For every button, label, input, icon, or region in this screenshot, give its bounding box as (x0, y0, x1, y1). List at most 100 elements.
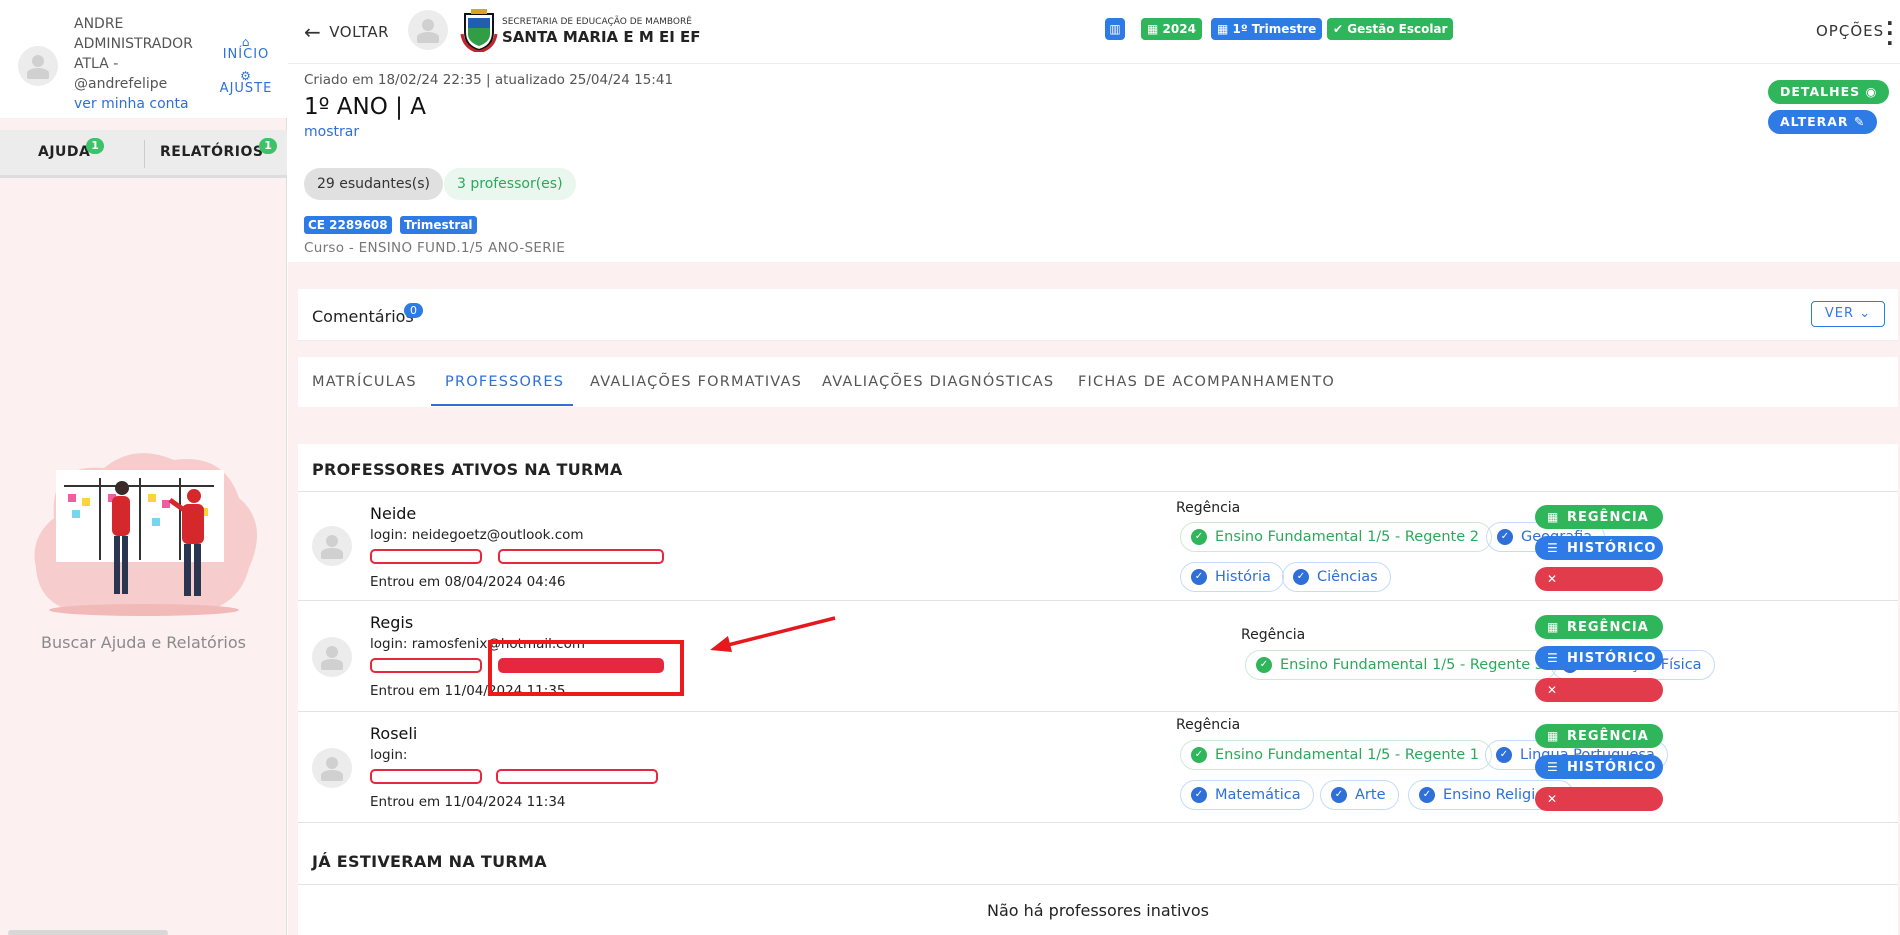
coat-of-arms-icon (460, 9, 498, 52)
course-info: Curso - ENSINO FUND.1/5 ANO-SERIE (304, 240, 566, 256)
module-pill[interactable]: ✔ Gestão Escolar (1327, 18, 1454, 40)
bar-chart-icon: ▥ (1109, 22, 1121, 36)
arrow-left-icon: ← (304, 20, 322, 44)
comments-count-badge: 0 (404, 303, 423, 318)
regencia-button[interactable]: ▦ REGÊNCIA (1535, 505, 1663, 529)
relatorios-count-badge: 1 (259, 138, 278, 154)
tab-avaliacoes-diagnosticas[interactable]: AVALIAÇÕES DIAGNÓSTICAS (822, 374, 1054, 390)
active-tab-indicator (431, 404, 573, 406)
teachers-count-chip[interactable]: 3 professor(es) (444, 168, 576, 200)
check-icon: ✓ (1497, 529, 1513, 545)
redacted-field (370, 549, 482, 564)
subject-chip[interactable]: ✓ Ciências (1282, 562, 1391, 592)
year-pill[interactable]: ▦ 2024 (1141, 18, 1202, 40)
redacted-field (370, 769, 482, 784)
tab-ajuda[interactable]: AJUDA 1 (38, 138, 105, 160)
details-button[interactable]: DETALHES ◉ (1768, 80, 1890, 104)
redacted-field (370, 658, 482, 673)
primary-subject-chip[interactable]: ✓ Ensino Fundamental 1/5 - Regente 3 (1245, 650, 1557, 680)
list-icon: ☰ (1547, 760, 1559, 774)
tab-ajuda-label: AJUDA (38, 144, 91, 160)
tab-matriculas[interactable]: MATRÍCULAS (312, 374, 417, 390)
year-label: 2024 (1162, 22, 1196, 36)
options-button[interactable]: OPÇÕES (1816, 22, 1884, 40)
calendar-icon: ▦ (1547, 620, 1560, 634)
teacher-name: Regis (370, 613, 414, 632)
period-type-tag: Trimestral (400, 216, 477, 234)
calendar-icon: ▦ (1547, 510, 1560, 524)
sidebar-scrollbar[interactable] (8, 930, 168, 935)
students-count-chip[interactable]: 29 esudantes(s) (304, 168, 443, 200)
regencia-button[interactable]: ▦ REGÊNCIA (1535, 724, 1663, 748)
primary-subject-chip[interactable]: ✓ Ensino Fundamental 1/5 - Regente 2 (1180, 522, 1492, 552)
chip-label: História (1215, 569, 1271, 585)
help-illustration (34, 453, 257, 616)
close-icon: ✕ (1547, 792, 1559, 806)
context-pills: ▥ ▦ 2024 ▦ 1º Trimestre ✔ Gestão Escolar (1105, 18, 1525, 40)
chip-label: Ensino Fundamental 1/5 - Regente 1 (1215, 747, 1479, 763)
home-link[interactable]: ⌂ INÍCIO (215, 36, 277, 62)
calendar-icon: ▦ (1147, 22, 1163, 36)
chip-label: Ciências (1317, 569, 1378, 585)
edit-button[interactable]: ALTERAR ✎ (1768, 110, 1878, 134)
show-more-link[interactable]: mostrar (304, 124, 359, 140)
check-icon: ✓ (1256, 657, 1272, 673)
ce-tag: CE 2289608 (304, 216, 392, 234)
check-icon: ✓ (1496, 747, 1512, 763)
more-vertical-icon[interactable]: · · · (1886, 13, 1894, 53)
suspender-button[interactable]: ✕SUSPENDER (1535, 678, 1663, 722)
teacher-row: Roseli login: Entrou em 11/04/2024 11:34… (298, 712, 1898, 831)
historico-button[interactable]: ☰ HISTÓRICO (1535, 646, 1663, 670)
primary-subject-chip[interactable]: ✓ Ensino Fundamental 1/5 - Regente 1 (1180, 740, 1492, 770)
teacher-avatar (312, 637, 352, 677)
historico-button[interactable]: ☰ HISTÓRICO (1535, 755, 1663, 779)
top-bar: ← VOLTAR SECRETARIA DE EDUCAÇÃO DE MAMBOR… (288, 0, 1900, 64)
regencia-label: Regência (1176, 500, 1241, 516)
divider (298, 884, 1898, 885)
suspender-button[interactable]: ✕SUSPENDER (1535, 567, 1663, 611)
no-inactive-teachers-text: Não há professores inativos (987, 901, 1209, 920)
calendar-icon: ▦ (1217, 22, 1233, 36)
chip-label: Arte (1355, 787, 1386, 803)
chart-pill[interactable]: ▥ (1105, 18, 1125, 40)
calendar-icon: ▦ (1547, 729, 1560, 743)
regencia-button[interactable]: ▦ REGÊNCIA (1535, 615, 1663, 639)
teacher-joined: Entrou em 11/04/2024 11:34 (370, 794, 566, 810)
sidebar-empty-text: Buscar Ajuda e Relatórios (41, 633, 246, 652)
home-label: INÍCIO (222, 47, 270, 62)
tab-professores[interactable]: PROFESSORES (445, 374, 564, 390)
user-panel: ANDRE ADMINISTRADOR ATLA - @andrefelipe … (0, 0, 287, 118)
close-icon: ✕ (1547, 683, 1559, 697)
user-avatar[interactable] (18, 46, 58, 86)
list-icon: ☰ (1547, 541, 1559, 555)
my-account-link[interactable]: ver minha conta (74, 96, 189, 112)
app-root: ANDRE ADMINISTRADOR ATLA - @andrefelipe … (0, 0, 1900, 935)
inactive-teachers-title: JÁ ESTIVERAM NA TURMA (312, 852, 547, 871)
list-icon: ☰ (1547, 651, 1559, 665)
suspender-button[interactable]: ✕SUSPENDER (1535, 787, 1663, 831)
school-avatar (408, 10, 448, 50)
teacher-row: Neide login: neidegoetz@outlook.com Entr… (298, 492, 1898, 611)
historico-button-label: HISTÓRICO (1567, 541, 1657, 556)
tab-relatorios[interactable]: RELATÓRIOS 1 (160, 138, 278, 160)
comments-label: Comentários (312, 307, 414, 326)
subject-chip[interactable]: ✓ Arte (1320, 780, 1399, 810)
divider (298, 822, 1898, 823)
settings-link[interactable]: ⚙ AJUSTE (215, 70, 277, 96)
chip-label: Matemática (1215, 787, 1301, 803)
back-button[interactable]: ← VOLTAR (304, 20, 389, 44)
user-name: ANDRE ADMINISTRADOR ATLA - @andrefelipe (74, 16, 193, 92)
tab-fichas-acompanhamento[interactable]: FICHAS DE ACOMPANHAMENTO (1078, 374, 1335, 390)
period-pill[interactable]: ▦ 1º Trimestre (1211, 18, 1323, 40)
view-comments-button[interactable]: VER ⌄ (1811, 301, 1885, 327)
highlight-box (488, 640, 684, 696)
subject-chip[interactable]: ✓ História (1180, 562, 1284, 592)
historico-button[interactable]: ☰ HISTÓRICO (1535, 536, 1663, 560)
check-icon: ✓ (1191, 747, 1207, 763)
tab-avaliacoes-formativas[interactable]: AVALIAÇÕES FORMATIVAS (590, 374, 802, 390)
active-teachers-title: PROFESSORES ATIVOS NA TURMA (312, 460, 623, 479)
back-label: VOLTAR (329, 23, 390, 41)
tabs-divider (144, 140, 145, 168)
subject-chip[interactable]: ✓ Matemática (1180, 780, 1314, 810)
ajuda-count-badge: 1 (86, 138, 105, 154)
